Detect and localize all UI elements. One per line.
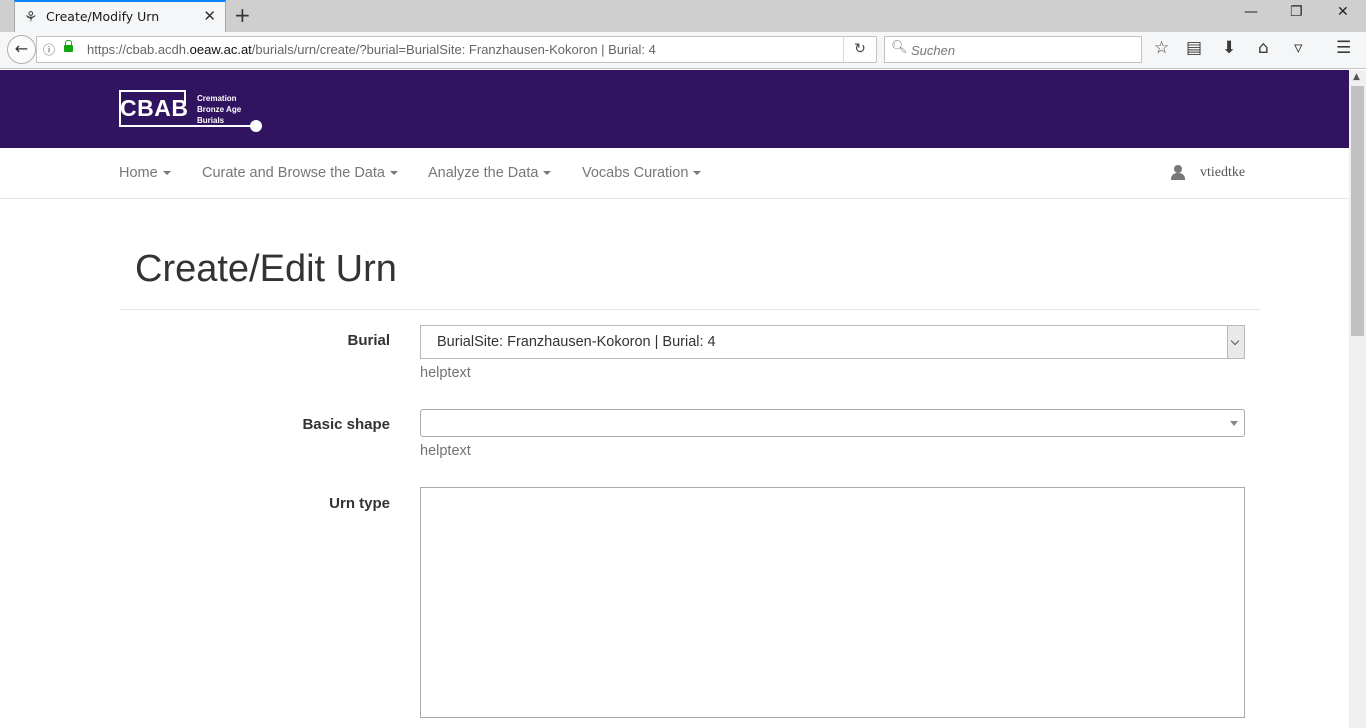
search-input[interactable] [911,41,1131,59]
cbab-logo[interactable]: CBAB Cremation Bronze Age Burials [119,90,264,135]
basic-shape-select[interactable] [420,409,1245,437]
burial-label: Burial [347,332,390,349]
home-icon[interactable]: ⌂ [1258,38,1269,58]
main-menu: Home Curate and Browse the Data Analyze … [0,148,1349,199]
browser-tab-bar: ⚘ Create/Modify Urn ✕ + — ❐ ✕ [0,0,1366,32]
logo-word: CBAB [120,95,189,121]
title-divider [120,309,1261,310]
page-title: Create/Edit Urn [135,248,397,290]
pocket-icon[interactable]: ▿ [1294,38,1303,58]
chevron-down-icon [389,171,398,176]
url-prefix: https://cbab.acdh. [87,42,190,57]
dropdown-arrow-icon [1230,421,1238,426]
menu-analyze-label: Analyze the Data [428,165,539,181]
url-text[interactable]: https://cbab.acdh.oeaw.ac.at/burials/urn… [87,42,656,57]
window-close-icon[interactable]: ✕ [1337,4,1349,20]
lock-icon [64,40,73,52]
menu-home[interactable]: Home [119,165,171,181]
menu-vocabs-label: Vocabs Curation [582,165,689,181]
urn-type-textarea[interactable] [420,487,1245,718]
menu-curate-label: Curate and Browse the Data [202,165,385,181]
page-scrollbar[interactable]: ▲ [1349,70,1366,728]
site-header: CBAB Cremation Bronze Age Burials [0,70,1349,148]
username: vtiedtke [1200,165,1246,180]
logo-sub-2: Bronze Age [197,105,242,114]
new-tab-icon[interactable]: + [234,3,251,27]
chevron-down-icon[interactable] [1227,326,1244,358]
page-viewport: CBAB Cremation Bronze Age Burials Home C… [0,70,1366,728]
reload-icon[interactable]: ↻ [843,37,876,62]
restore-icon[interactable]: ❐ [1290,4,1303,20]
menu-analyze[interactable]: Analyze the Data [428,165,552,181]
logo-dot [250,120,262,132]
search-icon: 🔍︎ [891,40,908,55]
chevron-down-icon [543,171,552,176]
tab-title: Create/Modify Urn [46,9,160,24]
info-icon[interactable]: ⓘ [43,41,55,58]
scrollbar-thumb[interactable] [1351,86,1364,336]
burial-select[interactable]: BurialSite: Franzhausen-Kokoron | Burial… [420,325,1245,359]
burial-helptext: helptext [420,365,471,381]
scroll-up-icon[interactable]: ▲ [1353,72,1360,82]
logo-sub-1: Cremation [197,94,237,103]
reading-list-icon[interactable]: ▤ [1186,38,1202,58]
close-tab-icon[interactable]: ✕ [203,7,216,25]
menu-curate-browse[interactable]: Curate and Browse the Data [202,165,398,181]
basic-shape-helptext: helptext [420,443,471,459]
user-icon [1170,165,1186,181]
bookmark-star-icon[interactable]: ☆ [1154,38,1169,58]
menu-home-label: Home [119,165,158,181]
minimize-icon[interactable]: — [1244,4,1258,20]
search-box[interactable]: 🔍︎ [884,36,1142,63]
url-domain: oeaw.ac.at [189,42,252,57]
address-bar[interactable]: ⓘ https://cbab.acdh.oeaw.ac.at/burials/u… [36,36,877,63]
burial-select-value: BurialSite: Franzhausen-Kokoron | Burial… [437,334,716,350]
urn-type-label: Urn type [329,495,390,512]
menu-hamburger-icon[interactable]: ☰ [1336,38,1351,58]
download-icon[interactable]: ⬇ [1222,38,1236,58]
basic-shape-label: Basic shape [302,416,390,433]
menu-vocabs[interactable]: Vocabs Curation [582,165,702,181]
logo-line [186,125,254,127]
url-path: /burials/urn/create/?burial=BurialSite: … [251,42,656,57]
chevron-down-icon [162,171,171,176]
browser-tab[interactable]: ⚘ Create/Modify Urn ✕ [14,0,226,32]
chevron-down-icon [693,171,702,176]
back-button[interactable]: ← [7,35,36,64]
cbab-favicon-icon: ⚘ [24,8,38,26]
logo-sub-3: Burials [197,116,225,125]
